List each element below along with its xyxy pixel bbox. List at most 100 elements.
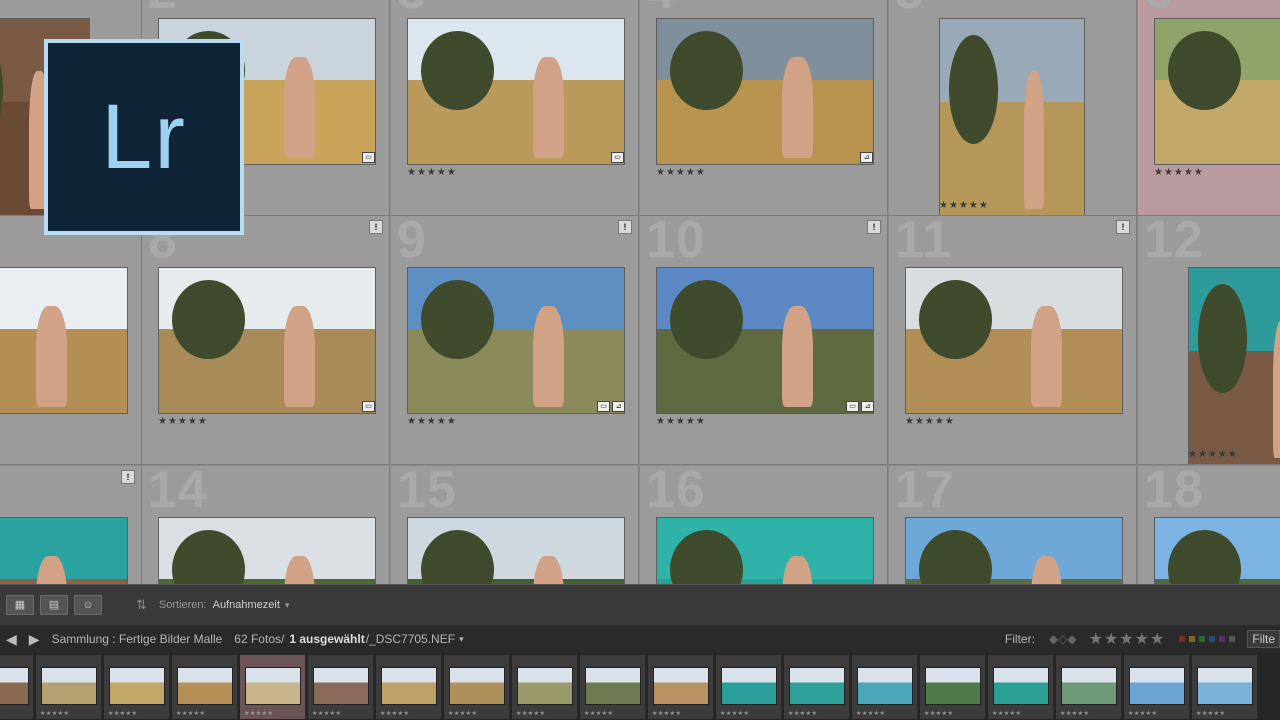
filmstrip-thumbnail[interactable] bbox=[449, 667, 505, 705]
star-rating[interactable]: ★★★★★ bbox=[656, 416, 706, 427]
flag-filter-icons[interactable]: ◆◇◆ bbox=[1049, 632, 1077, 646]
badge-icon[interactable]: ▭ bbox=[597, 401, 610, 412]
filmstrip-thumbnail[interactable] bbox=[1061, 667, 1117, 705]
metadata-warning-icon[interactable]: ! bbox=[1116, 220, 1130, 234]
color-label-filters[interactable] bbox=[1179, 636, 1236, 642]
filmstrip-cell[interactable]: ★★★★★ bbox=[376, 655, 442, 719]
badge-icon[interactable]: ⊿ bbox=[860, 152, 873, 163]
photo-thumbnail[interactable] bbox=[158, 267, 376, 414]
filmstrip-cell[interactable]: ★★★★★ bbox=[512, 655, 578, 719]
filmstrip-thumbnail[interactable] bbox=[1129, 667, 1185, 705]
badge-icon[interactable]: ▭ bbox=[846, 401, 859, 412]
filmstrip-cell[interactable]: ★★★★★ bbox=[172, 655, 238, 719]
grid-cell[interactable]: 14 bbox=[142, 466, 390, 584]
people-view-button[interactable]: ☺ bbox=[74, 595, 102, 615]
filmstrip-cell[interactable]: ★★★★★ bbox=[648, 655, 714, 719]
star-rating[interactable]: ★★★★★ bbox=[407, 167, 457, 178]
grid-cell[interactable]: 15 bbox=[391, 466, 639, 584]
filmstrip-thumbnail[interactable] bbox=[789, 667, 845, 705]
filmstrip-cell[interactable]: ★★★★★ bbox=[988, 655, 1054, 719]
grid-view-button[interactable]: ▦ bbox=[6, 595, 34, 615]
badge-icon[interactable]: ▭ bbox=[362, 401, 375, 412]
photo-thumbnail[interactable] bbox=[939, 18, 1085, 215]
metadata-warning-icon[interactable]: ! bbox=[618, 220, 632, 234]
photo-thumbnail[interactable] bbox=[1154, 18, 1280, 165]
grid-cell[interactable]: 3★★★★★▭ bbox=[391, 0, 639, 216]
photo-thumbnail[interactable] bbox=[407, 267, 625, 414]
badge-icon[interactable]: ⊿ bbox=[861, 401, 874, 412]
survey-view-button[interactable]: ▤ bbox=[40, 595, 68, 615]
filmstrip-cell[interactable]: ★★★★★ bbox=[308, 655, 374, 719]
badge-icon[interactable]: ▭ bbox=[362, 152, 375, 163]
photo-thumbnail[interactable] bbox=[656, 517, 874, 584]
filmstrip-thumbnail[interactable] bbox=[653, 667, 709, 705]
photo-thumbnail[interactable] bbox=[0, 267, 128, 414]
sort-direction-icon[interactable]: ⇅ bbox=[136, 597, 147, 613]
grid-cell[interactable] bbox=[0, 216, 142, 465]
filmstrip-thumbnail[interactable] bbox=[993, 667, 1049, 705]
filmstrip-cell[interactable]: ★★★★★ bbox=[1192, 655, 1258, 719]
filmstrip-cell[interactable]: ★★★★★ bbox=[1056, 655, 1122, 719]
star-rating[interactable]: ★★★★★ bbox=[905, 416, 955, 427]
grid-cell[interactable]: 9 ★★★★★! ▭ ⊿ bbox=[391, 216, 639, 465]
metadata-warning-icon[interactable]: ! bbox=[369, 220, 383, 234]
photo-thumbnail[interactable] bbox=[905, 267, 1123, 414]
star-rating[interactable]: ★★★★★ bbox=[1154, 167, 1204, 178]
metadata-warning-icon[interactable]: ! bbox=[121, 470, 135, 484]
grid-cell[interactable]: 11 ★★★★★! bbox=[889, 216, 1137, 465]
photo-thumbnail[interactable] bbox=[905, 517, 1123, 584]
filename-dropdown-icon[interactable]: ▾ bbox=[459, 634, 464, 645]
collection-source[interactable]: Sammlung : Fertige Bilder Malle bbox=[52, 632, 223, 646]
star-rating[interactable]: ★★★★★ bbox=[939, 200, 989, 211]
rating-filter-stars[interactable]: ★★★★★ bbox=[1089, 629, 1166, 649]
filmstrip-cell[interactable]: ★★★★★ bbox=[444, 655, 510, 719]
photo-thumbnail[interactable] bbox=[656, 18, 874, 165]
selected-filename[interactable]: /_DSC7705.NEF bbox=[366, 632, 455, 646]
sort-dropdown-icon[interactable]: ▾ bbox=[285, 600, 290, 611]
filmstrip-thumbnail[interactable] bbox=[41, 667, 97, 705]
filmstrip-cell[interactable]: ★★★★★ bbox=[852, 655, 918, 719]
grid-cell[interactable]: 17 bbox=[889, 466, 1137, 584]
filmstrip-thumbnail[interactable] bbox=[0, 667, 29, 705]
filmstrip-thumbnail[interactable] bbox=[1197, 667, 1253, 705]
filmstrip-thumbnail[interactable] bbox=[857, 667, 913, 705]
filmstrip-thumbnail[interactable] bbox=[925, 667, 981, 705]
filmstrip-cell[interactable]: ★★★★★ bbox=[716, 655, 782, 719]
metadata-warning-icon[interactable]: ! bbox=[867, 220, 881, 234]
filmstrip-cell[interactable]: ★★★★★ bbox=[1124, 655, 1190, 719]
filmstrip-cell[interactable]: ★★★★★ bbox=[580, 655, 646, 719]
photo-thumbnail[interactable] bbox=[158, 517, 376, 584]
filmstrip-thumbnail[interactable] bbox=[109, 667, 165, 705]
nav-back-icon[interactable]: ◀ bbox=[6, 631, 17, 648]
filmstrip-thumbnail[interactable] bbox=[313, 667, 369, 705]
photo-thumbnail[interactable] bbox=[407, 517, 625, 584]
badge-icon[interactable]: ⊿ bbox=[612, 401, 625, 412]
filmstrip-cell[interactable]: ★★★★★ bbox=[0, 655, 34, 719]
star-rating[interactable]: ★★★★★ bbox=[1188, 449, 1238, 460]
photo-thumbnail[interactable] bbox=[0, 517, 128, 584]
filmstrip-thumbnail[interactable] bbox=[381, 667, 437, 705]
grid-cell[interactable]: 10 ★★★★★! ▭ ⊿ bbox=[640, 216, 888, 465]
filmstrip-thumbnail[interactable] bbox=[245, 667, 301, 705]
star-rating[interactable]: ★★★★★ bbox=[407, 416, 457, 427]
grid-cell[interactable]: ! bbox=[0, 466, 142, 584]
badge-icon[interactable]: ▭ bbox=[611, 152, 624, 163]
grid-cell[interactable]: 18 bbox=[1138, 466, 1280, 584]
filmstrip-thumbnail[interactable] bbox=[585, 667, 641, 705]
star-rating[interactable]: ★★★★★ bbox=[158, 416, 208, 427]
filmstrip-cell[interactable]: ★★★★★ bbox=[104, 655, 170, 719]
filmstrip-thumbnail[interactable] bbox=[721, 667, 777, 705]
grid-cell[interactable]: 12 ★★★★★ bbox=[1138, 216, 1280, 465]
filmstrip-cell[interactable]: ★★★★★ bbox=[920, 655, 986, 719]
filmstrip-cell[interactable]: ★★★★★ bbox=[36, 655, 102, 719]
grid-cell[interactable]: 6★★★★★ bbox=[1138, 0, 1280, 216]
sort-value-dropdown[interactable]: Aufnahmezeit bbox=[213, 599, 280, 611]
filmstrip-cell[interactable]: ★★★★★ bbox=[240, 655, 306, 719]
photo-thumbnail[interactable] bbox=[1188, 267, 1280, 464]
nav-forward-icon[interactable]: ▶ bbox=[29, 631, 40, 648]
filmstrip-thumbnail[interactable] bbox=[517, 667, 573, 705]
photo-thumbnail[interactable] bbox=[1154, 517, 1280, 584]
grid-cell[interactable]: 4★★★★★⊿ bbox=[640, 0, 888, 216]
filmstrip-thumbnail[interactable] bbox=[177, 667, 233, 705]
grid-cell[interactable]: 16 bbox=[640, 466, 888, 584]
